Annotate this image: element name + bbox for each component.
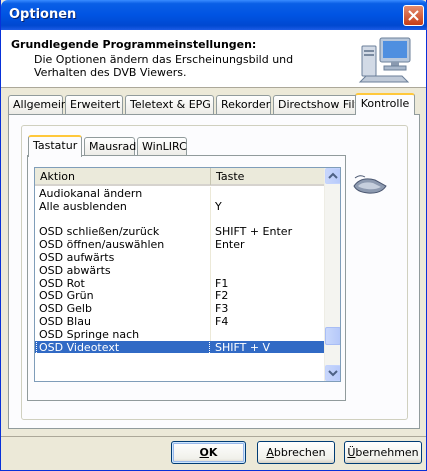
cell-action: OSD abwärts (39, 263, 111, 277)
vertical-scrollbar[interactable] (324, 168, 340, 381)
column-divider (210, 341, 211, 354)
close-button[interactable] (403, 5, 424, 26)
cell-action: Alle ausblenden (39, 199, 127, 213)
footer-divider (1, 436, 426, 437)
cell-key: SHIFT + V (215, 340, 271, 354)
computer-monitor-icon (358, 37, 411, 83)
tab-kontrolle[interactable]: Kontrolle (355, 93, 415, 115)
list-header: Aktion Taste (35, 168, 325, 186)
table-row[interactable]: OSD Grün F2 (35, 289, 325, 302)
cell-key: F4 (215, 314, 229, 328)
table-row[interactable]: Alle ausblenden Y (35, 199, 325, 213)
close-icon (408, 10, 419, 21)
tab-teletext-epg[interactable]: Teletext & EPG (125, 95, 214, 114)
table-row[interactable]: OSD öffnen/auswählen Enter (35, 238, 325, 251)
table-row[interactable]: OSD aufwärts (35, 250, 325, 264)
tab-tastatur[interactable]: Tastatur (28, 135, 82, 157)
tab-winlirc[interactable]: WinLIRC (137, 137, 187, 156)
column-divider (210, 263, 211, 277)
column-divider (210, 327, 211, 341)
table-row[interactable]: OSD Springe nach (35, 327, 325, 341)
arrow-down-icon (328, 370, 338, 377)
scroll-up-button[interactable] (325, 168, 340, 184)
cell-action: OSD öffnen/auswählen (39, 238, 165, 252)
cell-action: OSD Gelb (39, 302, 92, 316)
shortcut-list[interactable]: Aktion Taste Audiokanal ändern Alle ausbl… (34, 167, 341, 382)
table-row[interactable]: OSD Blau F4 (35, 314, 325, 328)
cell-key: F1 (215, 276, 229, 290)
ok-label: K (208, 446, 218, 459)
arrow-up-icon (328, 172, 338, 179)
title-bar[interactable]: Optionen (1, 0, 427, 30)
scroll-down-button[interactable] (325, 365, 340, 381)
column-divider (210, 225, 211, 239)
cell-action: Audiokanal ändern (39, 187, 143, 200)
table-row[interactable]: OSD schließen/zurück SHIFT + Enter (35, 225, 325, 238)
cancel-label: bbrechen (273, 446, 326, 459)
cell-key: F2 (215, 289, 229, 303)
ok-button[interactable]: OK (171, 441, 246, 464)
table-row[interactable]: OSD Gelb F3 (35, 302, 325, 315)
cell-action: OSD Rot (39, 276, 85, 290)
column-header-aktion[interactable]: Aktion (35, 168, 211, 185)
header-description: Die Optionen ändern das Erscheinungsbild… (34, 53, 294, 79)
table-row[interactable]: OSD abwärts (35, 263, 325, 277)
dialog-header: Grundlegende Programmeinstellungen: Die … (1, 30, 426, 88)
column-divider (210, 276, 211, 290)
tab-rekorder[interactable]: Rekorder (216, 95, 271, 114)
column-header-taste[interactable]: Taste (211, 168, 325, 185)
cell-key: F3 (215, 302, 229, 316)
cancel-mnemonic: A (266, 446, 274, 459)
cell-key: Enter (215, 238, 245, 252)
column-divider (210, 289, 211, 303)
cancel-button[interactable]: Abbrechen (257, 441, 335, 464)
apply-label: bernehmen (355, 446, 419, 459)
scroll-thumb[interactable] (325, 327, 340, 346)
column-divider (210, 199, 211, 213)
cell-key: SHIFT + Enter (215, 225, 293, 239)
cell-action: OSD Springe nach (39, 327, 140, 341)
column-divider (210, 250, 211, 264)
tab-allgemein[interactable]: Allgemein (8, 95, 68, 114)
table-row[interactable] (35, 212, 325, 226)
column-divider (210, 314, 211, 328)
column-divider (210, 212, 211, 226)
tab-erweitert[interactable]: Erweitert (65, 95, 123, 114)
cell-action: OSD Blau (39, 314, 91, 328)
column-divider (210, 187, 211, 200)
column-divider (210, 238, 211, 251)
table-row[interactable]: OSD Rot F1 (35, 276, 325, 290)
cell-action: OSD aufwärts (39, 250, 115, 264)
cell-key: Y (215, 199, 222, 213)
cell-action: OSD schließen/zurück (39, 225, 160, 239)
apply-button[interactable]: Übernehmen (344, 441, 422, 464)
ok-mnemonic: O (199, 446, 209, 459)
column-divider (210, 302, 211, 315)
tab-directshow-filter[interactable]: Directshow Filter (273, 95, 370, 114)
table-row[interactable]: OSD Videotext SHIFT + V (35, 339, 325, 355)
cell-action: OSD Grün (39, 289, 94, 303)
keyboard-icon (353, 175, 387, 194)
window-title: Optionen (9, 7, 77, 22)
list-rows: Audiokanal ändern Alle ausblenden Y OSD sch… (35, 187, 325, 355)
options-dialog: Optionen Grundlegende Programmeinstellun… (0, 0, 427, 471)
tab-mausrad[interactable]: Mausrad (84, 137, 136, 156)
cell-action: OSD Videotext (36, 339, 210, 355)
table-row[interactable]: Audiokanal ändern (35, 187, 325, 200)
header-title: Grundlegende Programmeinstellungen: (11, 38, 257, 51)
